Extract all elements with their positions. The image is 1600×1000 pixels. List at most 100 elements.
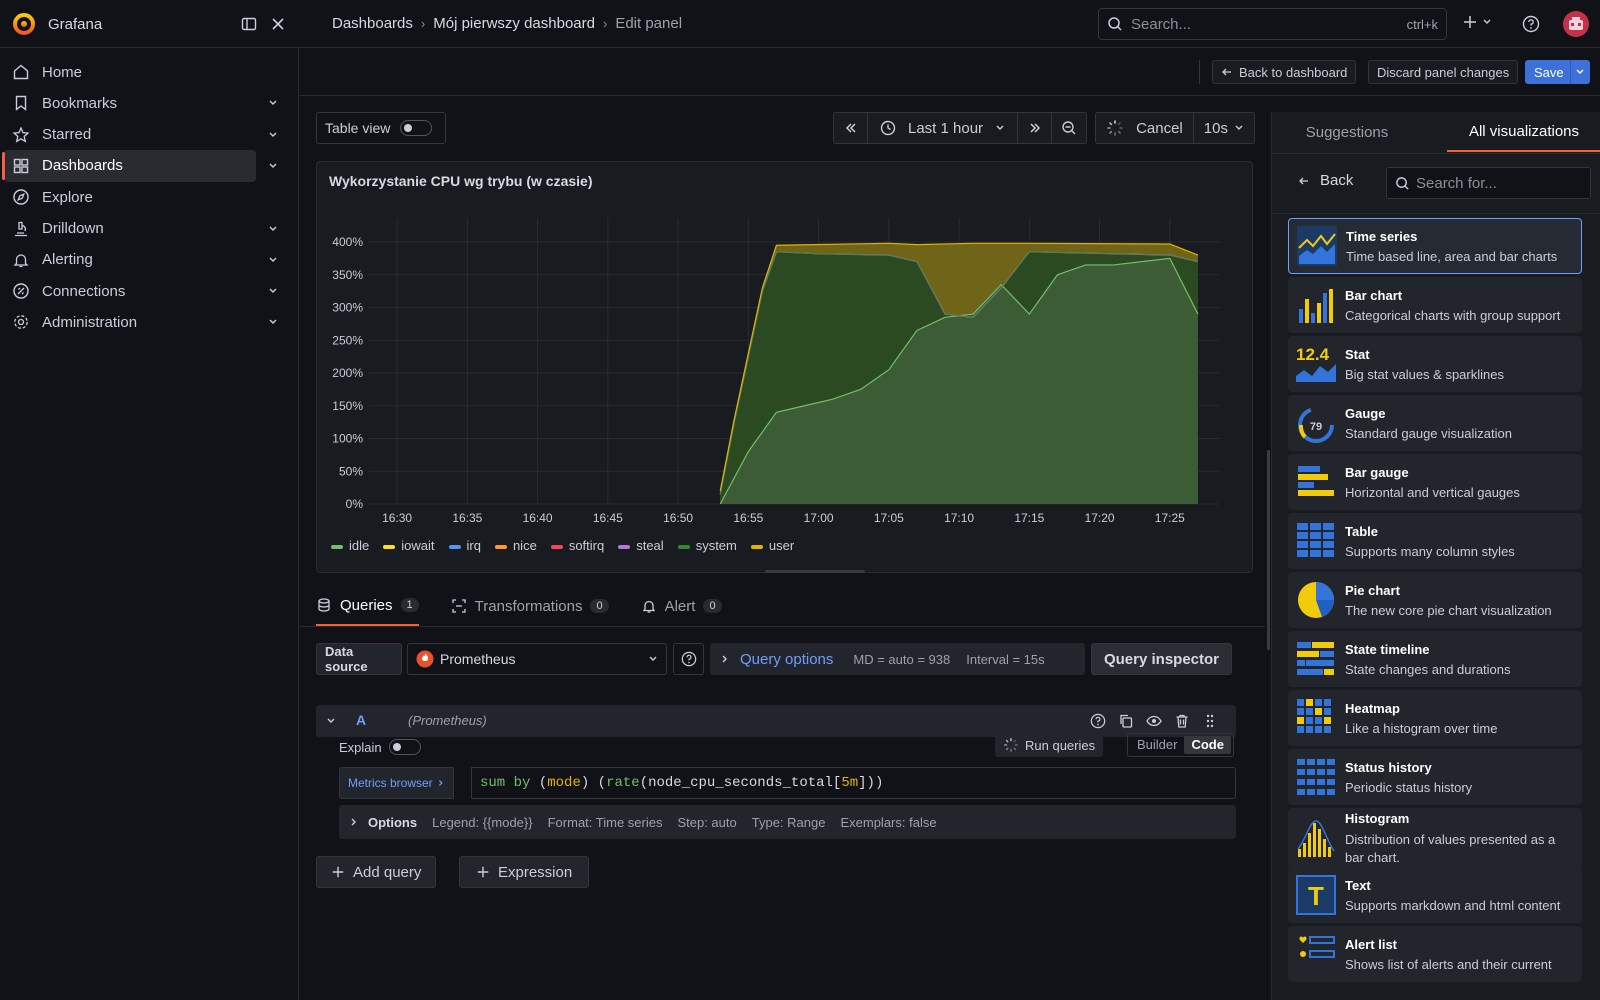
plus-icon	[332, 866, 344, 878]
shift-back-button[interactable]	[833, 112, 868, 144]
breadcrumb-dashboards[interactable]: Dashboards	[332, 15, 413, 32]
table-view-toggle[interactable]: Table view	[316, 112, 446, 144]
chevron-down-icon[interactable]	[268, 317, 278, 327]
viz-card-status-history[interactable]: Status history Periodic status history	[1288, 749, 1582, 805]
tab-all-visualizations[interactable]: All visualizations	[1447, 112, 1600, 152]
cancel-refresh-button[interactable]: Cancel	[1095, 112, 1194, 144]
bell-icon	[13, 254, 29, 267]
sidebar-item-bookmarks[interactable]: Bookmarks	[4, 87, 256, 119]
query-inspector-button[interactable]: Query inspector	[1091, 643, 1232, 675]
trash-icon[interactable]	[1174, 713, 1190, 729]
chevron-down-icon[interactable]	[268, 224, 278, 234]
chevron-down-icon[interactable]	[268, 98, 278, 108]
save-options-button[interactable]	[1570, 60, 1590, 84]
query-expression[interactable]: sum by (mode) (rate(node_cpu_seconds_tot…	[480, 775, 883, 791]
viz-card-histogram[interactable]: Histogram Distribution of values presente…	[1288, 808, 1582, 870]
viz-card-time-series[interactable]: Time series Time based line, area and bar…	[1288, 218, 1582, 274]
viz-card-alert-list[interactable]: Alert list Shows list of alerts and their…	[1288, 926, 1582, 982]
resize-handle[interactable]	[765, 570, 865, 573]
eye-icon[interactable]	[1146, 713, 1162, 729]
legend-item-idle[interactable]: idle	[331, 538, 369, 553]
help-icon[interactable]	[1522, 15, 1540, 33]
dock-menu-icon[interactable]	[241, 16, 257, 32]
table-icon	[1297, 523, 1334, 557]
avatar[interactable]	[1563, 11, 1589, 37]
legend-label: iowait	[401, 538, 435, 553]
viz-card-stat[interactable]: 12.4 Stat Big stat values & sparklines	[1288, 336, 1582, 392]
back-to-dashboard-button[interactable]: Back to dashboard	[1212, 60, 1357, 84]
shift-forward-button[interactable]	[1018, 112, 1053, 144]
code-mode-button[interactable]: Code	[1184, 736, 1231, 754]
gauge-icon: 79	[1298, 407, 1334, 443]
viz-search-input[interactable]: Search for...	[1386, 167, 1591, 199]
data-source-picker[interactable]: Prometheus	[407, 643, 667, 675]
discard-changes-button[interactable]: Discard panel changes	[1368, 60, 1519, 84]
sidebar-item-dashboards[interactable]: Dashboards	[2, 149, 256, 182]
legend-item-system[interactable]: system	[677, 538, 737, 553]
legend-item-user[interactable]: user	[750, 538, 794, 553]
legend-item-iowait[interactable]: iowait	[383, 538, 435, 553]
chevron-down-icon[interactable]	[268, 286, 278, 296]
query-options-bar[interactable]: Query options MD = auto = 938 Interval =…	[710, 643, 1085, 675]
help-icon[interactable]	[1090, 713, 1106, 729]
viz-card-title: Stat	[1345, 346, 1370, 362]
top-bar: Grafana Dashboards › Mój pierwszy dashbo…	[0, 0, 1600, 48]
sidebar-item-label: Dashboards	[42, 157, 123, 175]
brand[interactable]: Grafana	[12, 12, 102, 36]
zoom-out-button[interactable]	[1052, 112, 1088, 144]
explain-toggle[interactable]	[389, 739, 421, 755]
drag-handle-icon[interactable]	[1202, 713, 1218, 729]
collapse-chevron-icon[interactable]	[326, 716, 336, 726]
divider	[1199, 60, 1200, 84]
viz-card-table[interactable]: Table Supports many column styles	[1288, 513, 1582, 569]
time-range-picker[interactable]: Last 1 hour	[868, 112, 1019, 144]
tab-transformations[interactable]: Transformations 0	[451, 586, 609, 626]
legend-item-nice[interactable]: nice	[494, 538, 537, 553]
metrics-browser-button[interactable]: Metrics browser	[339, 767, 454, 799]
tab-suggestions[interactable]: Suggestions	[1272, 112, 1422, 152]
sidebar-item-home[interactable]: Home	[4, 56, 256, 88]
viz-card-pie-chart[interactable]: Pie chart The new core pie chart visualiz…	[1288, 572, 1582, 628]
promql-query-input[interactable]: sum by (mode) (rate(node_cpu_seconds_tot…	[471, 767, 1236, 799]
query-options-row[interactable]: Options Legend: {{mode}} Format: Time se…	[339, 805, 1236, 839]
time-series-chart[interactable]: 0% 50% 100% 150% 200% 250% 300% 350% 400% 16:30 16…	[317, 202, 1252, 532]
save-button[interactable]: Save	[1525, 60, 1573, 84]
viz-back-button[interactable]: Back	[1298, 172, 1353, 189]
duplicate-icon[interactable]	[1118, 713, 1134, 729]
query-ref-id[interactable]: A	[356, 712, 366, 728]
sidebar-item-starred[interactable]: Starred	[4, 119, 256, 151]
sidebar-item-connections[interactable]: Connections	[4, 275, 256, 307]
sidebar-item-explore[interactable]: Explore	[4, 181, 256, 213]
pane-resize-handle[interactable]	[1267, 450, 1270, 650]
viz-card-gauge[interactable]: 79 Gauge Standard gauge visualization	[1288, 395, 1582, 451]
data-source-help-button[interactable]	[673, 643, 704, 675]
builder-mode-button[interactable]: Builder	[1130, 736, 1184, 754]
close-menu-icon[interactable]	[271, 17, 285, 31]
sidebar-item-alerting[interactable]: Alerting	[4, 244, 256, 276]
viz-card-text[interactable]: T Text Supports markdown and html content	[1288, 867, 1582, 923]
sidebar-item-administration[interactable]: Administration	[4, 306, 256, 338]
search-input[interactable]: Search... ctrl+k	[1098, 8, 1447, 40]
toggle-switch[interactable]	[400, 120, 433, 136]
legend-item-irq[interactable]: irq	[448, 538, 481, 553]
add-query-button[interactable]: Add query	[316, 856, 437, 888]
chevron-down-icon[interactable]	[268, 130, 278, 140]
chevron-down-icon[interactable]	[268, 161, 278, 171]
legend-item-steal[interactable]: steal	[618, 538, 664, 553]
run-queries-button[interactable]: Run queries	[995, 733, 1104, 757]
sidebar-item-drilldown[interactable]: Drilldown	[4, 213, 256, 245]
legend-item-softirq[interactable]: softirq	[550, 538, 604, 553]
svg-text:79: 79	[1310, 421, 1322, 433]
refresh-interval-picker[interactable]: 10s	[1193, 112, 1255, 144]
viz-card-bar-chart[interactable]: Bar chart Categorical charts with group s…	[1288, 277, 1582, 333]
viz-card-heatmap[interactable]: Heatmap Like a histogram over time	[1288, 690, 1582, 746]
add-expression-button[interactable]: Expression	[459, 856, 590, 888]
tab-queries[interactable]: Queries 1	[316, 586, 419, 626]
viz-card-state-timeline[interactable]: State timeline State changes and duration…	[1288, 631, 1582, 687]
viz-card-bar-gauge[interactable]: Bar gauge Horizontal and vertical gauges	[1288, 454, 1582, 510]
breadcrumb-dashboard[interactable]: Mój pierwszy dashboard	[433, 15, 595, 32]
tab-alert[interactable]: Alert 0	[641, 586, 722, 626]
chevron-down-icon[interactable]	[268, 255, 278, 265]
viz-card-text: State timeline State changes and duration…	[1345, 642, 1511, 677]
new-button[interactable]	[1462, 14, 1492, 30]
